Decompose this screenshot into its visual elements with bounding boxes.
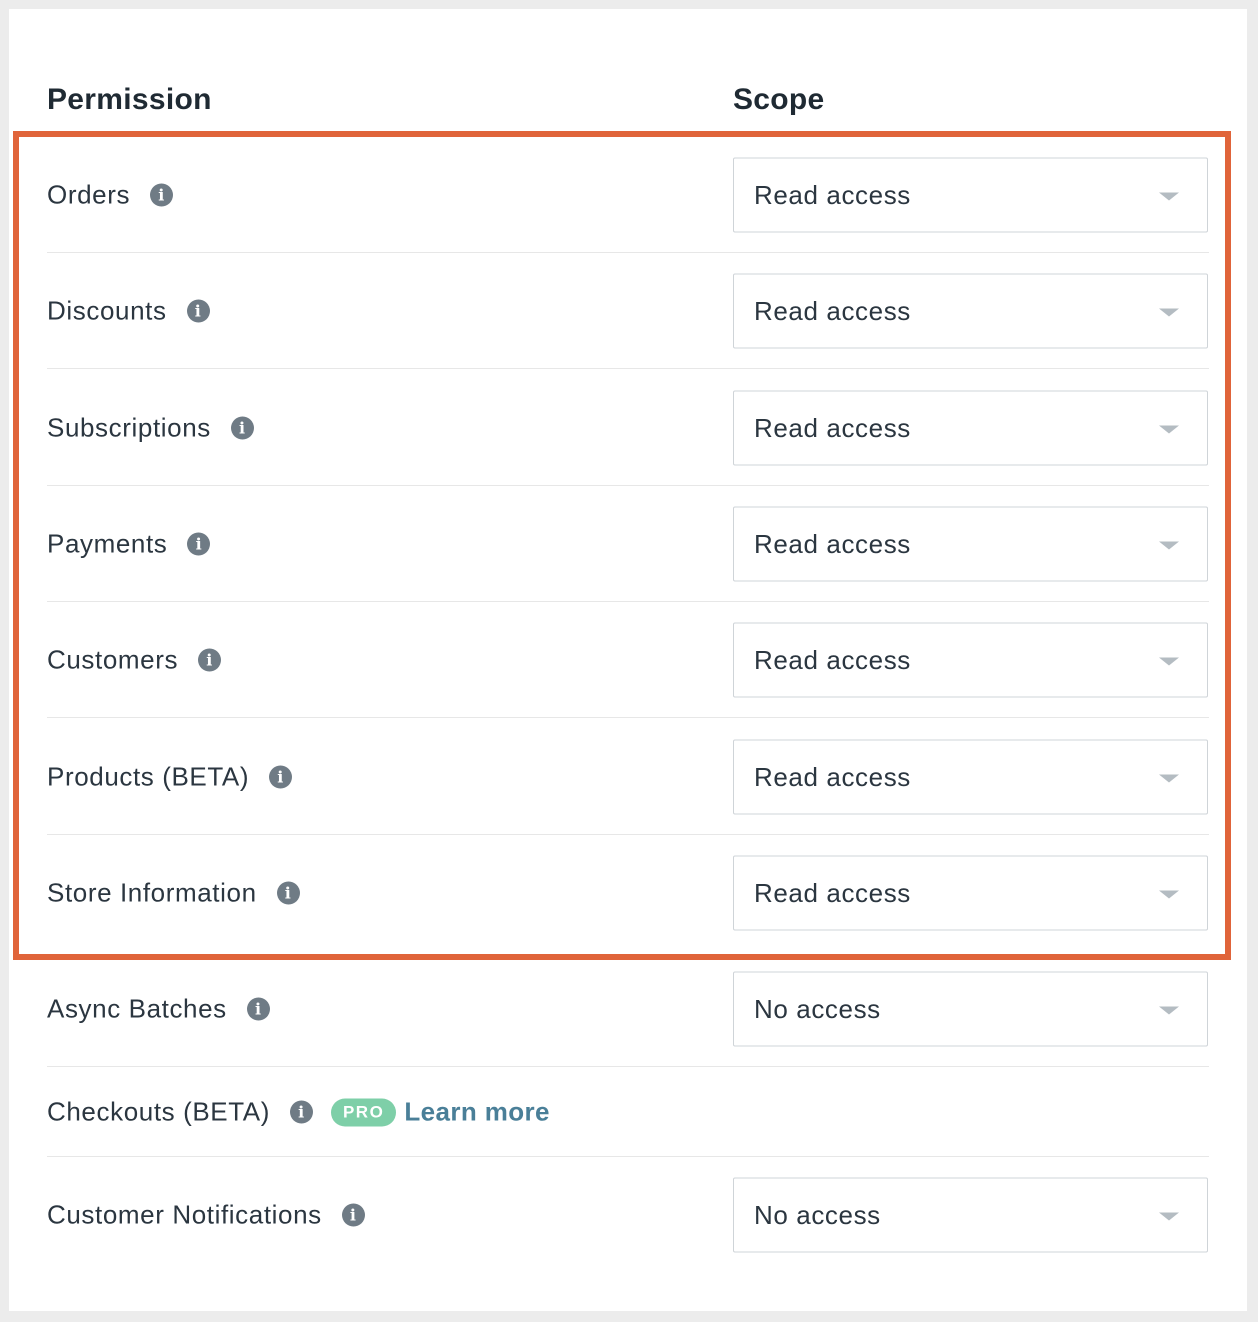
info-icon[interactable]: i — [341, 1203, 365, 1227]
permission-label: Customers — [47, 644, 179, 675]
scope-select-value: Read access — [754, 761, 911, 792]
caret-down-icon — [1159, 308, 1179, 317]
caret-down-icon — [1159, 1006, 1179, 1015]
permission-label: Async Batches — [47, 993, 227, 1024]
caret-down-icon — [1159, 192, 1179, 201]
scope-select-value: Read access — [754, 179, 911, 210]
caret-down-icon — [1159, 425, 1179, 434]
scope-select-orders[interactable]: Read access — [733, 157, 1208, 233]
scope-select-value: Read access — [754, 644, 911, 675]
scope-select-value: Read access — [754, 877, 911, 908]
info-icon[interactable]: i — [230, 416, 254, 440]
permission-label: Discounts — [47, 295, 167, 326]
permission-row-customers: Customers i Read access — [47, 602, 1209, 718]
caret-down-icon — [1159, 541, 1179, 550]
scope-select-customer-notifications[interactable]: No access — [733, 1177, 1208, 1253]
info-icon[interactable]: i — [269, 765, 293, 789]
info-icon[interactable]: i — [289, 1100, 313, 1124]
scope-select-async-batches[interactable]: No access — [733, 971, 1208, 1047]
permission-label: Payments — [47, 528, 168, 559]
permission-row-store-information: Store Information i Read access — [47, 835, 1209, 951]
scope-select-discounts[interactable]: Read access — [733, 273, 1208, 349]
learn-more-link[interactable]: Learn more — [404, 1097, 550, 1128]
permission-row-async-batches: Async Batches i No access — [47, 951, 1209, 1067]
permission-row-products: Products (BETA) i Read access — [47, 719, 1209, 835]
scope-select-value: No access — [754, 993, 881, 1024]
scope-select-value: Read access — [754, 412, 911, 443]
scope-column-header: Scope — [733, 83, 825, 116]
permission-label: Products (BETA) — [47, 761, 250, 792]
permissions-card: Permission Scope Orders i Read access Di… — [9, 9, 1247, 1311]
scope-select-value: Read access — [754, 528, 911, 559]
permission-row-subscriptions: Subscriptions i Read access — [47, 370, 1209, 486]
info-icon[interactable]: i — [150, 183, 174, 207]
permission-label: Subscriptions — [47, 412, 211, 443]
scope-select-customers[interactable]: Read access — [733, 622, 1208, 698]
caret-down-icon — [1159, 657, 1179, 666]
info-icon[interactable]: i — [276, 881, 300, 905]
permission-row-checkouts: Checkouts (BETA) i PRO Learn more — [47, 1067, 1209, 1157]
permission-label: Store Information — [47, 877, 257, 908]
permission-label: Orders — [47, 179, 131, 210]
permission-label: Checkouts (BETA) — [47, 1096, 270, 1127]
permission-row-customer-notifications: Customer Notifications i No access — [47, 1157, 1209, 1273]
info-icon[interactable]: i — [187, 532, 211, 556]
scope-select-value: Read access — [754, 295, 911, 326]
caret-down-icon — [1159, 774, 1179, 783]
permission-column-header: Permission — [47, 83, 212, 116]
info-icon[interactable]: i — [198, 648, 222, 672]
scope-select-subscriptions[interactable]: Read access — [733, 390, 1208, 466]
scope-select-value: No access — [754, 1199, 881, 1230]
permission-label: Customer Notifications — [47, 1199, 322, 1230]
permission-row-orders: Orders i Read access — [47, 137, 1209, 253]
permission-row-discounts: Discounts i Read access — [47, 253, 1209, 369]
pro-badge: PRO — [330, 1098, 397, 1126]
scope-select-store-information[interactable]: Read access — [733, 855, 1208, 931]
caret-down-icon — [1159, 890, 1179, 899]
scope-select-payments[interactable]: Read access — [733, 506, 1208, 582]
info-icon[interactable]: i — [246, 997, 270, 1021]
scope-select-products[interactable]: Read access — [733, 739, 1208, 815]
permission-row-payments: Payments i Read access — [47, 486, 1209, 602]
caret-down-icon — [1159, 1212, 1179, 1221]
info-icon[interactable]: i — [186, 299, 210, 323]
